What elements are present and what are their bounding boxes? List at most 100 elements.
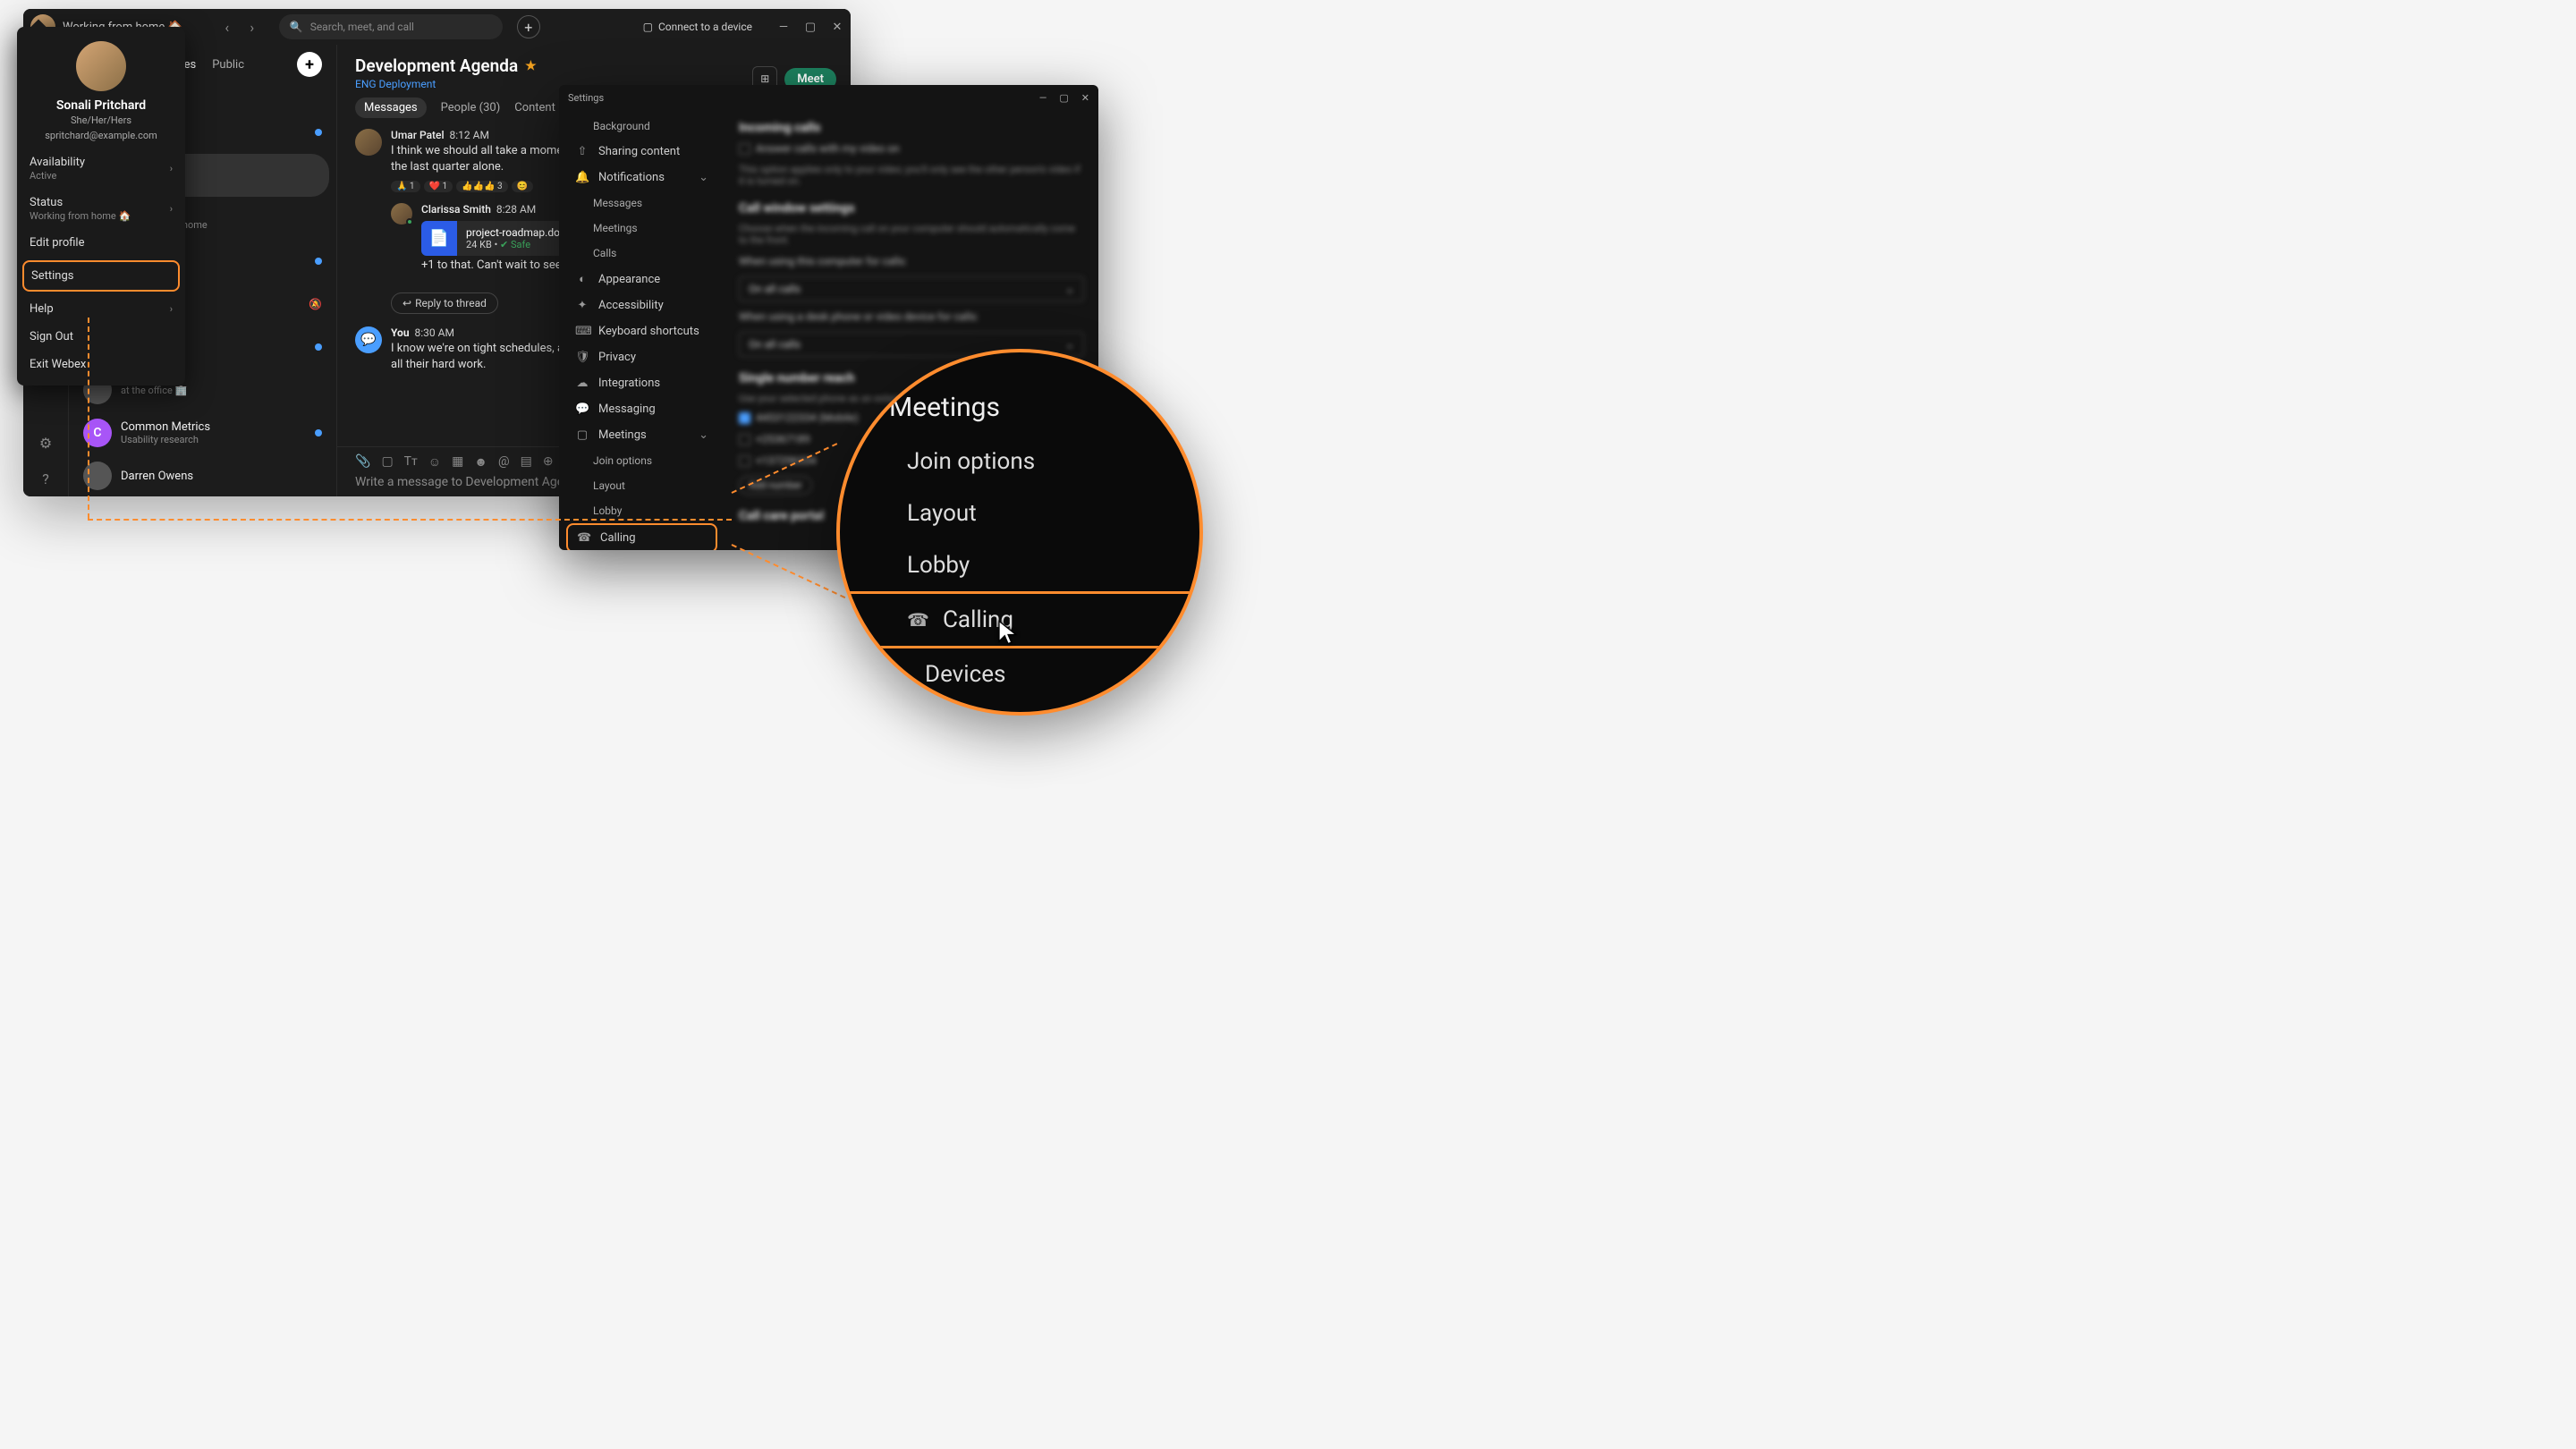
checkbox[interactable] [739, 434, 750, 445]
profile-availability[interactable]: AvailabilityActive › [17, 148, 185, 189]
list-item-title: Common Metrics [121, 420, 306, 434]
format-icon[interactable]: Tт [404, 454, 418, 470]
avatar [83, 462, 112, 490]
favorite-star-icon[interactable]: ★ [525, 59, 537, 73]
mag-join-options[interactable]: Join options [889, 436, 1164, 487]
nav-privacy[interactable]: 🛡Privacy [566, 344, 717, 370]
close-button[interactable]: ✕ [831, 21, 843, 34]
search-input[interactable]: 🔍 Search, meet, and call [279, 14, 503, 39]
message-author: Clarissa Smith [421, 203, 491, 216]
add-space-button[interactable]: + [297, 52, 322, 77]
checkbox[interactable] [739, 412, 750, 424]
checkbox[interactable] [739, 455, 750, 467]
accessibility-icon: ✦ [575, 299, 589, 312]
unread-indicator [315, 258, 322, 265]
nav-notif-meetings[interactable]: Meetings [566, 216, 717, 241]
avatar[interactable] [355, 129, 382, 156]
bitmoji-icon[interactable]: ☻ [474, 454, 487, 470]
window-controls: — ▢ ✕ [777, 21, 843, 34]
calendar-icon: ▢ [575, 428, 589, 442]
help-icon[interactable]: ? [35, 468, 56, 489]
profile-photo[interactable] [76, 41, 126, 91]
nav-integrations[interactable]: ☁Integrations [566, 370, 717, 396]
chevron-down-icon: ⌄ [699, 428, 708, 442]
profile-edit[interactable]: Edit profile [17, 229, 185, 257]
nav-appearance[interactable]: ◐Appearance [566, 266, 717, 292]
gif-icon[interactable]: ▦ [452, 454, 463, 470]
nav-join-options[interactable]: Join options [566, 448, 717, 473]
markdown-icon[interactable]: ▤ [521, 454, 532, 470]
message-author: Umar Patel [391, 129, 445, 141]
reply-to-thread-button[interactable]: ↩ Reply to thread [391, 292, 498, 314]
nav-notif-calls[interactable]: Calls [566, 241, 717, 266]
avatar[interactable]: 💬 [355, 326, 382, 353]
nav-sharing[interactable]: ⇧Sharing content [566, 139, 717, 165]
mention-icon[interactable]: @ [498, 454, 510, 470]
space-title: Development Agenda [355, 55, 518, 76]
close-button[interactable]: ✕ [1081, 92, 1089, 104]
gear-icon[interactable]: ⚙ [35, 432, 56, 453]
reaction[interactable]: 🙏 1 [391, 181, 420, 192]
maximize-button[interactable]: ▢ [804, 21, 817, 34]
profile-help[interactable]: Help› [17, 295, 185, 323]
chevron-right-icon: › [170, 163, 173, 174]
nav-meetings[interactable]: ▢Meetings⌄ [566, 422, 717, 448]
chat-icon: 💬 [575, 402, 589, 416]
tab-content[interactable]: Content [514, 101, 555, 114]
profile-name: Sonali Pritchard [28, 98, 174, 113]
reaction[interactable]: 👍👍👍 3 [456, 181, 507, 192]
minimize-button[interactable]: — [1039, 92, 1047, 104]
tab-people[interactable]: People (30) [441, 101, 501, 114]
nav-calling[interactable]: ☎Calling [566, 523, 717, 550]
space-list-item[interactable]: Darren Owens [69, 454, 336, 496]
nav-layout[interactable]: Layout [566, 473, 717, 498]
tab-public-filter[interactable]: Public [212, 58, 244, 72]
list-item-subtitle: Usability research [121, 434, 306, 445]
search-placeholder: Search, meet, and call [310, 21, 414, 33]
more-icon[interactable]: ⊕ [543, 454, 554, 470]
reaction[interactable]: 😊 [512, 181, 533, 192]
reaction[interactable]: ❤️ 1 [424, 181, 453, 192]
presence-indicator [406, 218, 413, 225]
profile-settings[interactable]: Settings [22, 260, 180, 292]
mag-lobby[interactable]: Lobby [889, 539, 1164, 591]
mag-layout[interactable]: Layout [889, 487, 1164, 539]
profile-exit[interactable]: Exit Webex [17, 351, 185, 378]
tab-messages[interactable]: Messages [355, 97, 427, 118]
message-time: 8:12 AM [450, 129, 489, 141]
profile-status[interactable]: StatusWorking from home 🏠 › [17, 189, 185, 229]
avatar[interactable] [391, 203, 412, 225]
keyboard-icon: ⌨ [575, 325, 589, 338]
back-button[interactable]: ‹ [216, 16, 238, 38]
nav-messaging[interactable]: 💬Messaging [566, 396, 717, 422]
settings-nav: Background ⇧Sharing content 🔔Notificatio… [559, 110, 724, 550]
add-number-button[interactable]: Add number [739, 476, 812, 495]
chevron-down-icon: ⌄ [699, 171, 708, 184]
cloud-icon: ☁ [575, 377, 589, 390]
nav-accessibility[interactable]: ✦Accessibility [566, 292, 717, 318]
connect-device-button[interactable]: ▢ Connect to a device [636, 17, 759, 37]
emoji-icon[interactable]: ☺ [428, 454, 441, 470]
minimize-button[interactable]: — [777, 21, 790, 34]
attach-icon[interactable]: 📎 [355, 454, 370, 470]
screenshot-icon[interactable]: ▢ [381, 454, 393, 470]
mag-devices[interactable]: ▢Devices [889, 648, 1164, 700]
nav-lobby[interactable]: Lobby [566, 498, 717, 523]
mag-calling[interactable]: ☎Calling [836, 591, 1203, 648]
device-icon: ▢ [889, 664, 909, 685]
space-list-item[interactable]: CCommon MetricsUsability research [69, 411, 336, 454]
shield-icon: 🛡 [575, 351, 589, 364]
nav-keyboard[interactable]: ⌨Keyboard shortcuts [566, 318, 717, 344]
profile-signout[interactable]: Sign Out [17, 323, 185, 351]
nav-notifications[interactable]: 🔔Notifications⌄ [566, 165, 717, 191]
phone-icon: ☎ [577, 531, 591, 545]
nav-background[interactable]: Background [566, 114, 717, 139]
magnifier-callout: Meetings Join options Layout Lobby ☎Call… [836, 349, 1203, 716]
checkbox[interactable] [739, 143, 750, 155]
dropdown[interactable]: On all calls⌄ [739, 276, 1084, 301]
maximize-button[interactable]: ▢ [1059, 92, 1068, 104]
new-button[interactable]: + [517, 15, 540, 38]
chevron-right-icon: › [170, 303, 173, 315]
forward-button[interactable]: › [242, 16, 263, 38]
nav-notif-messages[interactable]: Messages [566, 191, 717, 216]
